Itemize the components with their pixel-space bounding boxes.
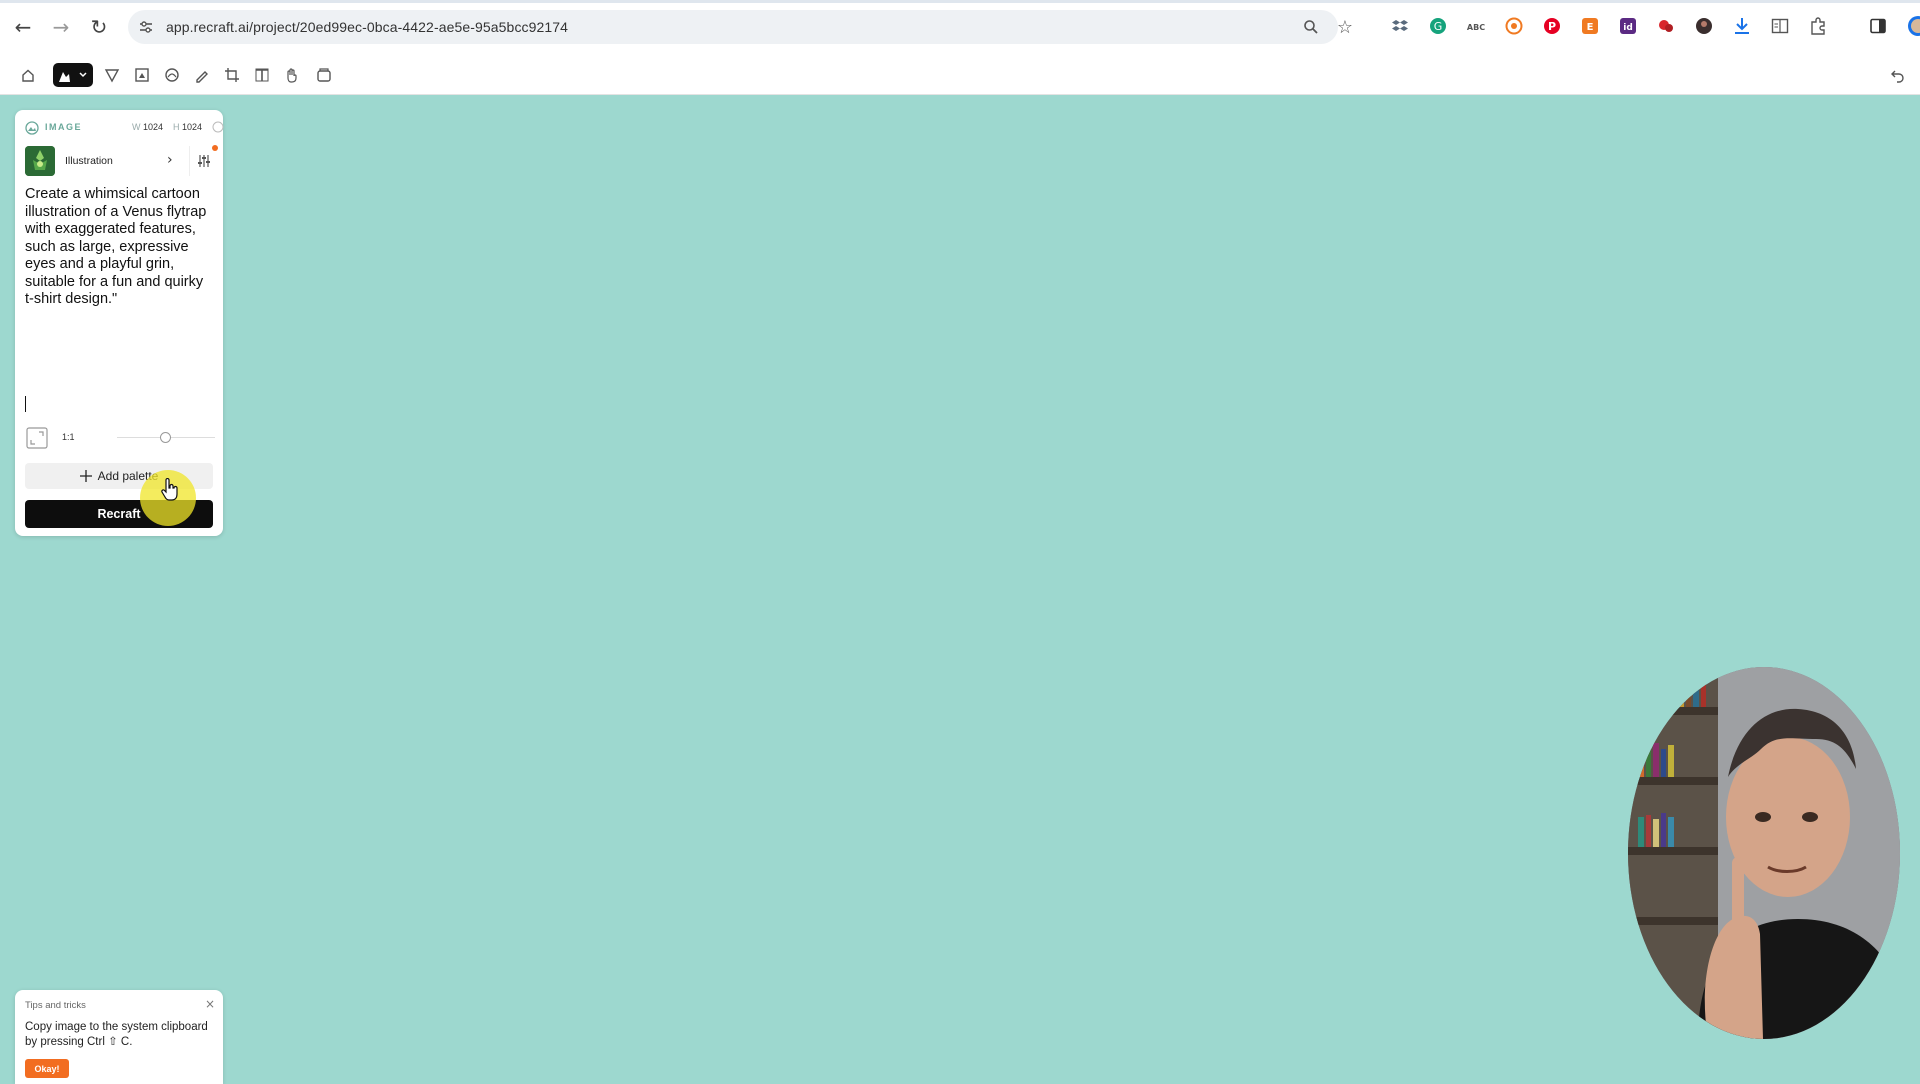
svg-text:id: id	[1623, 23, 1633, 33]
svg-text:G: G	[1434, 20, 1443, 33]
extension-icon[interactable]	[1694, 16, 1714, 36]
aspect-ratio-icon[interactable]	[25, 426, 49, 450]
width-value[interactable]: 1024	[143, 122, 163, 132]
chevron-right-icon: ›	[167, 152, 173, 168]
style-selector[interactable]: Illustration ›	[25, 145, 218, 176]
style-settings-button[interactable]	[189, 145, 218, 176]
address-bar[interactable]: app.recraft.ai/project/20ed99ec-0bca-442…	[128, 10, 1353, 44]
style-name: Illustration	[65, 155, 113, 167]
prompt-textarea[interactable]: Create a whimsical cartoon illustration …	[25, 186, 215, 309]
gallery-icon[interactable]	[312, 63, 336, 87]
undo-icon[interactable]	[1886, 63, 1910, 87]
site-settings-icon[interactable]	[136, 17, 156, 37]
pinterest-icon[interactable]: P	[1542, 16, 1562, 36]
image-generation-panel: IMAGE W 1024 H 1024 Illustration › Creat…	[15, 110, 224, 536]
extension-icon[interactable]	[1504, 16, 1524, 36]
height-label: H	[173, 122, 180, 132]
okay-button[interactable]: Okay!	[25, 1059, 69, 1078]
extension-icon[interactable]: E	[1580, 16, 1600, 36]
url-text[interactable]: app.recraft.ai/project/20ed99ec-0bca-442…	[166, 19, 568, 35]
extension-icon[interactable]: id	[1618, 16, 1638, 36]
text-caret	[25, 396, 26, 412]
tab-strip-edge	[0, 0, 1920, 3]
crop-tool-icon[interactable]	[220, 63, 244, 87]
browser-chrome: ← → ↻ app.recraft.ai/project/20ed99ec-0b…	[0, 0, 1920, 95]
panel-header: IMAGE W 1024 H 1024	[25, 120, 224, 136]
puzzle-icon[interactable]	[1808, 16, 1828, 36]
extension-icon[interactable]	[1656, 16, 1676, 36]
hand-tool-icon[interactable]	[280, 63, 304, 87]
close-icon[interactable]: ×	[205, 997, 215, 1011]
reader-icon[interactable]	[1770, 16, 1790, 36]
zoom-icon[interactable]	[1301, 17, 1321, 37]
profile-avatar-icon[interactable]	[1900, 16, 1920, 36]
frame-tool-icon[interactable]	[130, 63, 154, 87]
dropbox-icon[interactable]	[1390, 16, 1410, 36]
text-tool-icon[interactable]	[250, 63, 274, 87]
image-type-icon	[25, 121, 39, 135]
bookmark-star-icon[interactable]: ☆	[1335, 17, 1355, 38]
image-tool-icon[interactable]	[53, 63, 93, 87]
home-icon[interactable]	[16, 63, 40, 87]
notification-dot	[212, 145, 218, 151]
pen-tool-icon[interactable]	[190, 63, 214, 87]
tips-card: Tips and tricks × Copy image to the syst…	[15, 990, 223, 1084]
vector-tool-icon[interactable]	[100, 63, 124, 87]
back-arrow-icon[interactable]: ←	[10, 14, 36, 40]
side-panel-icon[interactable]	[1868, 16, 1888, 36]
grammarly-icon[interactable]: G	[1428, 16, 1448, 36]
app-toolbar	[0, 56, 1920, 94]
height-value[interactable]: 1024	[182, 122, 202, 132]
aspect-ratio-value: 1:1	[62, 432, 75, 442]
tips-text: Copy image to the system clipboard by pr…	[25, 1021, 208, 1048]
panel-type-label: IMAGE	[45, 122, 83, 132]
download-icon[interactable]	[1732, 16, 1752, 36]
hand-pointer-cursor-icon	[161, 478, 178, 501]
svg-text:ABC: ABC	[1467, 23, 1485, 32]
aiprm-icon[interactable]: ABC	[1466, 16, 1486, 36]
aspect-ratio-row: 1:1	[25, 426, 215, 450]
svg-text:E: E	[1587, 22, 1594, 33]
mockup-tool-icon[interactable]	[160, 63, 184, 87]
svg-text:P: P	[1548, 20, 1556, 33]
webcam-overlay	[1628, 667, 1900, 1039]
style-thumbnail	[25, 146, 55, 176]
info-icon[interactable]	[212, 121, 224, 133]
forward-arrow-icon[interactable]: →	[48, 14, 74, 40]
width-label: W	[132, 122, 141, 132]
plus-icon	[79, 470, 92, 482]
reload-icon[interactable]: ↻	[86, 14, 112, 40]
tips-title: Tips and tricks	[25, 1000, 86, 1011]
slider-handle[interactable]	[160, 432, 171, 443]
sliders-icon	[198, 155, 210, 167]
